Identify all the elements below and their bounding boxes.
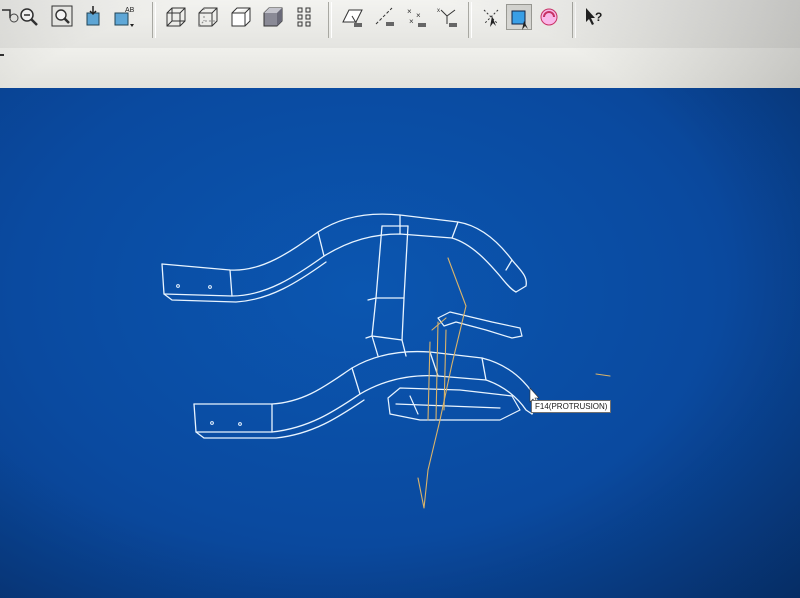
datum-geometry bbox=[417, 257, 611, 509]
upper-rail[interactable] bbox=[161, 213, 527, 303]
model-tree-icon[interactable] bbox=[292, 4, 318, 30]
toolbar-separator bbox=[152, 2, 156, 38]
shading-icon[interactable] bbox=[260, 4, 286, 30]
toolbar-separator bbox=[572, 2, 576, 38]
datum-axes-icon[interactable] bbox=[372, 4, 398, 30]
cross-member[interactable] bbox=[365, 225, 409, 357]
appearance-icon[interactable] bbox=[536, 4, 562, 30]
wireframe-icon[interactable] bbox=[163, 4, 189, 30]
svg-text:x: x bbox=[437, 8, 440, 14]
svg-text:×: × bbox=[409, 17, 414, 26]
zoom-in-window-icon[interactable] bbox=[50, 4, 76, 30]
partial-glyph bbox=[0, 54, 4, 56]
graphics-window[interactable]: F14(PROTRUSION) bbox=[0, 88, 800, 598]
datum-points-icon[interactable]: × × × bbox=[404, 4, 430, 30]
pick-tooltip: F14(PROTRUSION) bbox=[531, 400, 612, 413]
frame-wireframe[interactable] bbox=[161, 213, 611, 509]
no-hidden-icon[interactable] bbox=[228, 4, 254, 30]
context-help-label: ? bbox=[595, 10, 602, 24]
zoom-out-icon[interactable] bbox=[16, 4, 42, 30]
svg-text:×: × bbox=[407, 7, 412, 16]
saved-views-icon[interactable]: AB bbox=[112, 4, 138, 30]
main-toolbar: AB × × × x ? bbox=[0, 0, 800, 49]
hidden-line-icon[interactable] bbox=[195, 4, 221, 30]
annotation-icon[interactable] bbox=[506, 4, 532, 30]
orient-icon[interactable] bbox=[82, 4, 108, 30]
datum-planes-icon[interactable] bbox=[340, 4, 366, 30]
chassis-frame-model[interactable] bbox=[0, 88, 800, 598]
toolbar-separator bbox=[328, 2, 332, 38]
toolbar-separator bbox=[468, 2, 472, 38]
coordinate-systems-icon[interactable]: x bbox=[435, 4, 461, 30]
secondary-toolbar bbox=[0, 48, 800, 89]
lower-rail[interactable] bbox=[193, 350, 539, 439]
context-help-icon[interactable]: ? bbox=[582, 4, 608, 30]
svg-text:×: × bbox=[416, 11, 421, 20]
saved-views-label: AB bbox=[125, 7, 135, 14]
spin-center-icon[interactable] bbox=[478, 4, 504, 30]
